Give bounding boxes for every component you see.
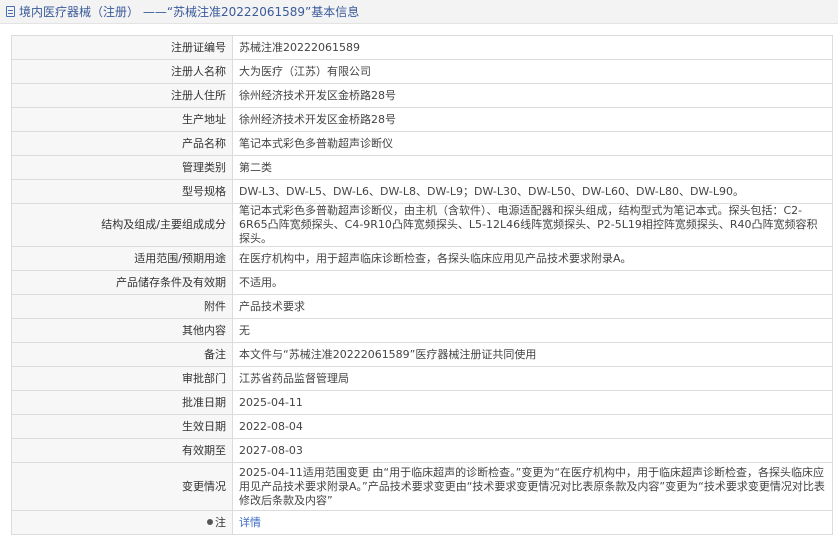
- row-label: 批准日期: [11, 390, 233, 415]
- row-label: 生效日期: [11, 414, 233, 439]
- row-value: 2027-08-03: [232, 438, 833, 463]
- row-value: 大为医疗（江苏）有限公司: [232, 59, 833, 84]
- page-title: 境内医疗器械（注册） ——“苏械注准20222061589”基本信息: [19, 5, 360, 19]
- table-row: 审批部门 江苏省药品监督管理局: [11, 366, 833, 391]
- row-label: 结构及组成/主要组成成分: [11, 203, 233, 247]
- row-label: 其他内容: [11, 318, 233, 343]
- row-value: 在医疗机构中，用于超声临床诊断检查，各探头临床应用见产品技术要求附录A。: [232, 246, 833, 271]
- row-label: 注册人名称: [11, 59, 233, 84]
- row-value: 苏械注准20222061589: [232, 35, 833, 60]
- row-value: 本文件与“苏械注准20222061589”医疗器械注册证共同使用: [232, 342, 833, 367]
- table-row: 批准日期 2025-04-11: [11, 390, 833, 415]
- row-value: 徐州经济技术开发区金桥路28号: [232, 83, 833, 108]
- row-label: 备注: [11, 342, 233, 367]
- row-label: 附件: [11, 294, 233, 319]
- row-label: 生产地址: [11, 107, 233, 132]
- row-label: 注册人住所: [11, 83, 233, 108]
- row-label: 产品名称: [11, 131, 233, 156]
- row-value: 笔记本式彩色多普勒超声诊断仪: [232, 131, 833, 156]
- row-value: 2025-04-11: [232, 390, 833, 415]
- page-header: 境内医疗器械（注册） ——“苏械注准20222061589”基本信息: [0, 0, 838, 24]
- document-icon: [6, 6, 15, 17]
- row-label: 审批部门: [11, 366, 233, 391]
- table-row: 产品储存条件及有效期 不适用。: [11, 270, 833, 295]
- table-row: 变更情况 2025-04-11适用范围变更 由“用于临床超声的诊断检查。”变更为…: [11, 462, 833, 511]
- table-row: 其他内容 无: [11, 318, 833, 343]
- details-link[interactable]: 详情: [239, 516, 261, 529]
- row-value: 第二类: [232, 155, 833, 180]
- row-label: 有效期至: [11, 438, 233, 463]
- table-row: 结构及组成/主要组成成分 笔记本式彩色多普勒超声诊断仪，由主机（含软件）、电源适…: [11, 203, 833, 247]
- bullet-icon: [207, 518, 213, 525]
- row-label: 管理类别: [11, 155, 233, 180]
- table-row: 生产地址 徐州经济技术开发区金桥路28号: [11, 107, 833, 132]
- table-row: 注册人住所 徐州经济技术开发区金桥路28号: [11, 83, 833, 108]
- row-value: 2022-08-04: [232, 414, 833, 439]
- row-value: 2025-04-11适用范围变更 由“用于临床超声的诊断检查。”变更为“在医疗机…: [232, 462, 833, 511]
- row-value: 无: [232, 318, 833, 343]
- row-value: 笔记本式彩色多普勒超声诊断仪，由主机（含软件）、电源适配器和探头组成，结构型式为…: [232, 203, 833, 247]
- row-value: DW-L3、DW-L5、DW-L6、DW-L8、DW-L9；DW-L30、DW-…: [232, 179, 833, 204]
- registration-info-table: 注册证编号 苏械注准20222061589 注册人名称 大为医疗（江苏）有限公司…: [11, 35, 833, 535]
- row-value: 江苏省药品监督管理局: [232, 366, 833, 391]
- note-label: 注: [215, 515, 226, 529]
- table-row: 有效期至 2027-08-03: [11, 438, 833, 463]
- table-row: 附件 产品技术要求: [11, 294, 833, 319]
- table-row: 产品名称 笔记本式彩色多普勒超声诊断仪: [11, 131, 833, 156]
- table-row: 生效日期 2022-08-04: [11, 414, 833, 439]
- row-label: 适用范围/预期用途: [11, 246, 233, 271]
- row-label: 注册证编号: [11, 35, 233, 60]
- table-row: 注 详情: [11, 510, 833, 535]
- table-row: 注册证编号 苏械注准20222061589: [11, 35, 833, 60]
- table-row: 管理类别 第二类: [11, 155, 833, 180]
- row-label: 变更情况: [11, 462, 233, 511]
- row-label: 产品储存条件及有效期: [11, 270, 233, 295]
- table-row: 备注 本文件与“苏械注准20222061589”医疗器械注册证共同使用: [11, 342, 833, 367]
- row-value: 产品技术要求: [232, 294, 833, 319]
- note-label-cell: 注: [11, 510, 233, 535]
- row-label: 型号规格: [11, 179, 233, 204]
- table-row: 适用范围/预期用途 在医疗机构中，用于超声临床诊断检查，各探头临床应用见产品技术…: [11, 246, 833, 271]
- row-value: 徐州经济技术开发区金桥路28号: [232, 107, 833, 132]
- table-row: 注册人名称 大为医疗（江苏）有限公司: [11, 59, 833, 84]
- row-value: 不适用。: [232, 270, 833, 295]
- note-value-cell: 详情: [232, 510, 833, 535]
- table-row: 型号规格 DW-L3、DW-L5、DW-L6、DW-L8、DW-L9；DW-L3…: [11, 179, 833, 204]
